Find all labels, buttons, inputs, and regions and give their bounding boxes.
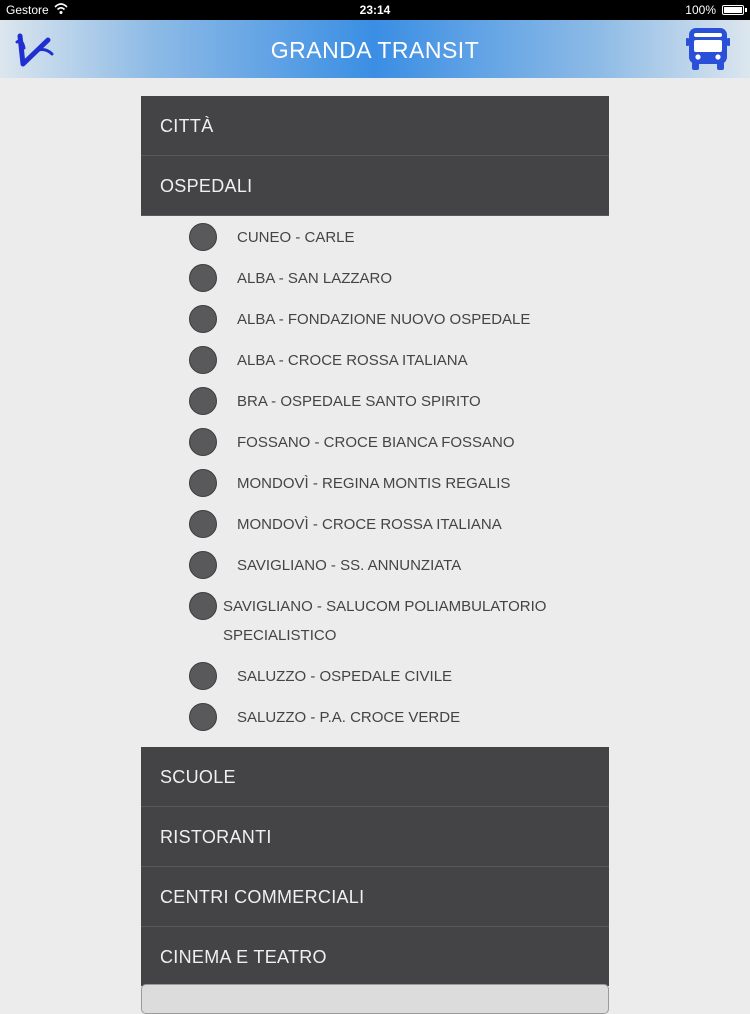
radio-button[interactable] <box>189 510 217 538</box>
list-item[interactable]: SALUZZO - P.A. CROCE VERDE <box>189 700 609 741</box>
list-item[interactable]: SAVIGLIANO - SALUCOM POLIAMBULATORIO SPE… <box>189 589 609 659</box>
list-item[interactable]: FOSSANO - CROCE BIANCA FOSSANO <box>189 425 609 466</box>
radio-button[interactable] <box>189 305 217 333</box>
list-item[interactable]: ALBA - FONDAZIONE NUOVO OSPEDALE <box>189 302 609 343</box>
category-cinema-teatro[interactable]: CINEMA E TEATRO <box>141 927 609 986</box>
category-ristoranti[interactable]: RISTORANTI <box>141 807 609 867</box>
category-ospedali[interactable]: OSPEDALI <box>141 156 609 216</box>
category-citta[interactable]: CITTÀ <box>141 96 609 156</box>
radio-button[interactable] <box>189 428 217 456</box>
radio-button[interactable] <box>189 551 217 579</box>
list-item[interactable]: ALBA - CROCE ROSSA ITALIANA <box>189 343 609 384</box>
hospital-list: CUNEO - CARLE ALBA - SAN LAZZARO ALBA - … <box>141 216 609 747</box>
list-item[interactable]: MONDOVÌ - CROCE ROSSA ITALIANA <box>189 507 609 548</box>
radio-button[interactable] <box>189 223 217 251</box>
list-item[interactable]: CUNEO - CARLE <box>189 220 609 261</box>
bus-icon[interactable] <box>686 26 730 72</box>
category-centri-commerciali[interactable]: CENTRI COMMERCIALI <box>141 867 609 927</box>
radio-button[interactable] <box>189 469 217 497</box>
nav-bar: GRANDA TRANSIT <box>0 20 750 78</box>
list-item[interactable]: MONDOVÌ - REGINA MONTIS REGALIS <box>189 466 609 507</box>
category-scuole[interactable]: SCUOLE <box>141 747 609 807</box>
clock: 23:14 <box>359 3 391 17</box>
battery-icon <box>722 5 747 15</box>
radio-button[interactable] <box>189 703 217 731</box>
bottom-button[interactable] <box>141 984 609 1014</box>
radio-button[interactable] <box>189 346 217 374</box>
list-item[interactable]: SAVIGLIANO - SS. ANNUNZIATA <box>189 548 609 589</box>
list-item[interactable]: ALBA - SAN LAZZARO <box>189 261 609 302</box>
list-item[interactable]: SALUZZO - OSPEDALE CIVILE <box>189 659 609 700</box>
radio-button[interactable] <box>189 662 217 690</box>
status-bar: Gestore 23:14 100% <box>0 0 750 20</box>
list-item[interactable]: BRA - OSPEDALE SANTO SPIRITO <box>189 384 609 425</box>
page-title: GRANDA TRANSIT <box>270 37 480 63</box>
radio-button[interactable] <box>189 264 217 292</box>
radio-button[interactable] <box>189 387 217 415</box>
battery-percent: 100% <box>685 3 716 17</box>
category-accordion: CITTÀ OSPEDALI CUNEO - CARLE ALBA - SAN … <box>141 96 609 986</box>
